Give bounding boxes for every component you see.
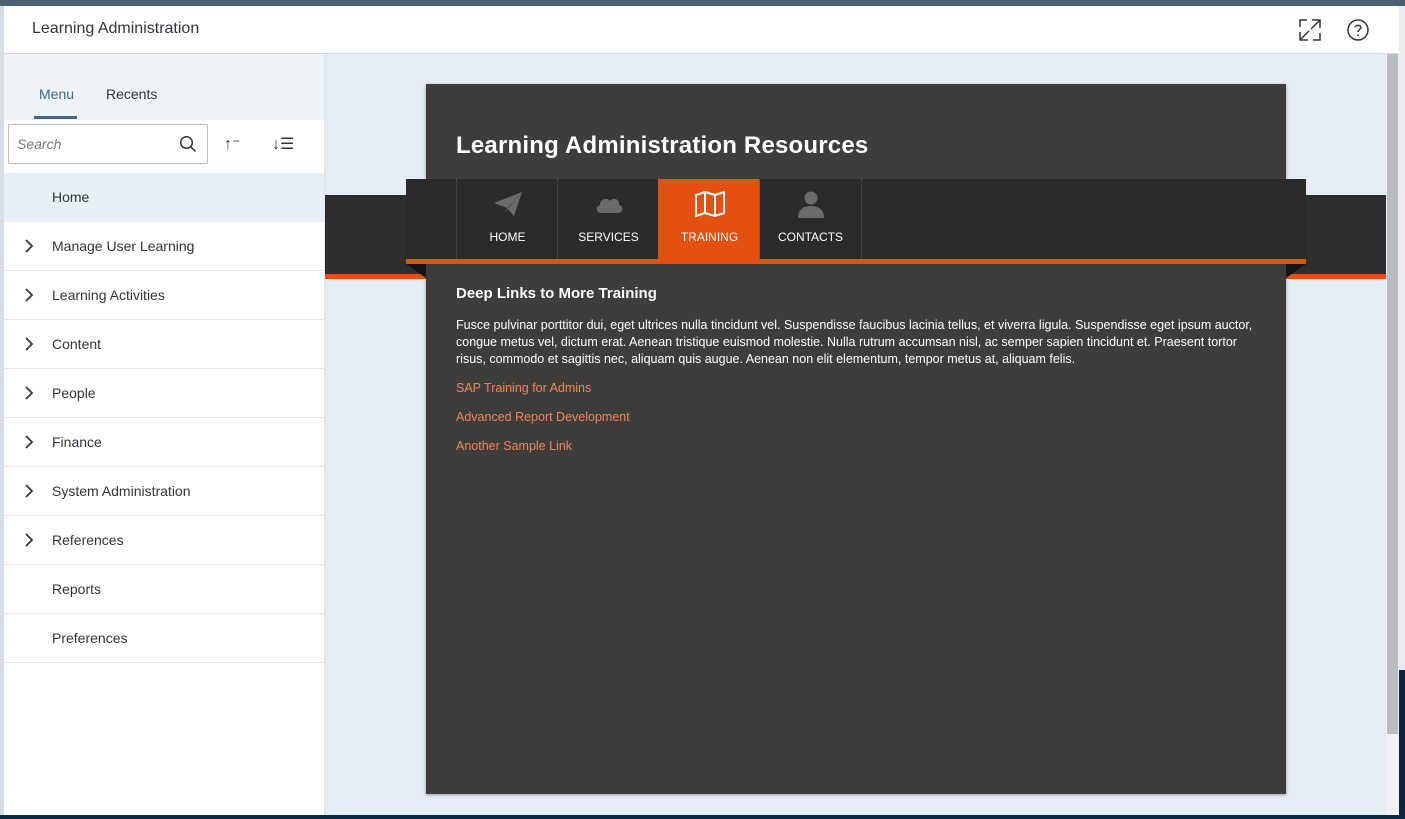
ribbon-fold-left [406, 264, 426, 278]
nav-home[interactable]: HOME [456, 179, 558, 259]
sidebar-item-system-administration[interactable]: System Administration [4, 467, 324, 516]
nav-training[interactable]: TRAINING [658, 179, 760, 259]
map-icon [695, 191, 725, 217]
app-title: Learning Administration [32, 20, 200, 37]
sort-list-button[interactable]: ↓☰ [272, 134, 294, 154]
help-button[interactable] [1345, 17, 1371, 43]
chevron-right-icon [25, 484, 34, 498]
sidebar-item-label: System Administration [52, 483, 191, 499]
fullscreen-button[interactable] [1297, 17, 1323, 43]
sidebar-item-label: Preferences [52, 630, 128, 646]
sidebar-toolbar: ↑⁻ ↓☰ [4, 120, 324, 174]
sidebar-item-label: References [52, 532, 124, 548]
content-scrollbar[interactable] [1386, 54, 1399, 815]
sidebar-item-manage-user-learning[interactable]: Manage User Learning [4, 222, 324, 271]
nav-services[interactable]: SERVICES [557, 179, 659, 259]
navigation-menu: Home Manage User Learning Learning Activ… [4, 173, 324, 663]
sidebar-item-label: Home [52, 189, 90, 205]
chevron-right-icon [25, 386, 34, 400]
sidebar-item-label: People [52, 385, 96, 401]
sidebar-item-finance[interactable]: Finance [4, 418, 324, 467]
sidebar-item-label: Content [52, 336, 102, 352]
nav-label: CONTACTS [777, 230, 844, 244]
search-icon[interactable] [179, 135, 197, 153]
sidebar-item-learning-activities[interactable]: Learning Activities [4, 271, 324, 320]
shell-header: Learning Administration [4, 6, 1399, 54]
body-text: Fusce pulvinar porttitor dui, eget ultri… [456, 318, 1253, 366]
chevron-right-icon [25, 337, 34, 351]
sidebar-item-reports[interactable]: Reports [4, 565, 324, 614]
background-desktop-right [1399, 670, 1405, 819]
cloud-icon [596, 198, 623, 213]
sidebar-item-people[interactable]: People [4, 369, 324, 418]
nav-label: SERVICES [578, 230, 639, 244]
help-icon [1347, 19, 1369, 41]
content-area: Learning Administration Resources HOME S… [325, 54, 1386, 815]
link-another-sample[interactable]: Another Sample Link [456, 439, 572, 453]
link-sap-training[interactable]: SAP Training for Admins [456, 381, 591, 395]
tab-recents[interactable]: Recents [106, 86, 157, 102]
sort-ascending-button[interactable]: ↑⁻ [224, 134, 240, 154]
app-window: Learning Administration Menu Recents Sea… [4, 6, 1399, 815]
chevron-right-icon [25, 239, 34, 253]
chevron-right-icon [25, 435, 34, 449]
sidebar-item-preferences[interactable]: Preferences [4, 614, 324, 663]
expand-icon [1299, 19, 1321, 41]
nav-label: HOME [489, 230, 526, 244]
sidebar-item-label: Learning Activities [52, 287, 165, 303]
paper-plane-icon [494, 192, 522, 216]
page-title: Learning Administration Resources [456, 132, 869, 159]
search-field [8, 124, 208, 164]
nav-label: TRAINING [680, 230, 739, 244]
search-input[interactable] [17, 134, 167, 154]
chevron-right-icon [25, 533, 34, 547]
tab-menu[interactable]: Menu [39, 86, 74, 102]
chevron-right-icon [25, 288, 34, 302]
sidebar: Menu Recents ↑⁻ ↓☰ Home Manage User Lear… [4, 54, 325, 815]
ribbon-fold-right [1286, 264, 1306, 278]
sidebar-item-label: Reports [52, 581, 102, 597]
section-title: Deep Links to More Training [456, 285, 657, 302]
tab-active-indicator [34, 116, 77, 119]
sidebar-item-references[interactable]: References [4, 516, 324, 565]
sidebar-item-content[interactable]: Content [4, 320, 324, 369]
link-advanced-report[interactable]: Advanced Report Development [456, 410, 630, 424]
sidebar-item-label: Manage User Learning [52, 238, 195, 254]
resources-nav: HOME SERVICES TRAINING CONTACTS [406, 179, 1306, 264]
scrollbar-thumb[interactable] [1387, 54, 1398, 734]
nav-contacts[interactable]: CONTACTS [759, 179, 862, 259]
sidebar-tabbar: Menu Recents [4, 54, 324, 121]
sidebar-item-label: Finance [52, 434, 102, 450]
sidebar-item-home[interactable]: Home [4, 173, 324, 222]
background-desktop-bottom [0, 815, 1405, 819]
person-icon [798, 191, 824, 218]
